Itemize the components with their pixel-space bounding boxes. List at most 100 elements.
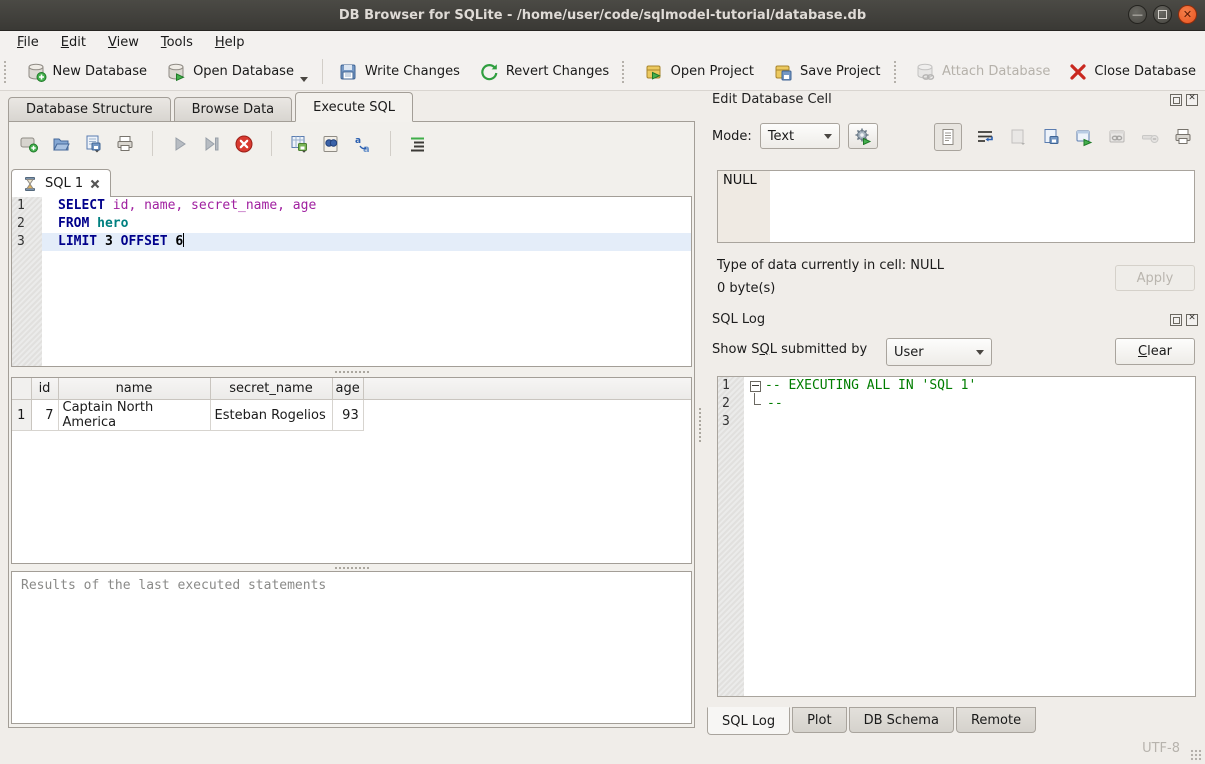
dock-tab-plot[interactable]: Plot xyxy=(792,707,847,733)
write-changes-label: Write Changes xyxy=(365,64,460,79)
mode-select[interactable]: Text xyxy=(760,123,840,149)
export-results-icon xyxy=(289,134,309,154)
sql-log-view[interactable]: 1 -- EXECUTING ALL IN 'SQL 1' 2 -- 3 xyxy=(717,376,1196,697)
tab-browse-data[interactable]: Browse Data xyxy=(174,97,293,122)
link-button[interactable] xyxy=(1107,127,1127,147)
cell-name[interactable]: Captain North America xyxy=(58,400,210,431)
menu-tools[interactable]: Tools xyxy=(150,33,204,52)
dock-tab-remote[interactable]: Remote xyxy=(956,707,1036,733)
open-database-dropdown-icon[interactable] xyxy=(300,77,308,82)
row-number[interactable]: 1 xyxy=(12,400,31,431)
print-sql-button[interactable] xyxy=(115,134,135,154)
float-dock-icon[interactable] xyxy=(1170,314,1182,326)
find-replace-button[interactable]: a a xyxy=(353,134,373,154)
execute-all-button[interactable] xyxy=(170,134,190,154)
attach-database-button[interactable]: Attach Database xyxy=(905,57,1059,87)
menu-file[interactable]: File xyxy=(6,33,50,52)
write-changes-button[interactable]: Write Changes xyxy=(328,57,469,87)
corner-header[interactable] xyxy=(12,378,31,400)
save-sql-file-button[interactable] xyxy=(83,134,103,154)
export-data-button[interactable] xyxy=(1041,127,1061,147)
find-button[interactable] xyxy=(321,134,341,154)
resize-grip[interactable] xyxy=(1190,749,1203,762)
toolbar-separator xyxy=(152,131,153,156)
execution-messages[interactable]: Results of the last executed statements xyxy=(11,571,692,724)
close-tab-icon[interactable] xyxy=(90,179,100,189)
toolbar-drag-handle[interactable] xyxy=(622,61,628,83)
tab-label: Plot xyxy=(807,713,832,728)
apply-button[interactable]: Apply xyxy=(1115,265,1195,291)
column-header-age[interactable]: age xyxy=(332,378,363,400)
minimize-icon[interactable]: — xyxy=(1128,5,1147,24)
hourglass-icon xyxy=(22,176,38,192)
sql-doc-tab[interactable]: SQL 1 xyxy=(11,169,111,197)
export-results-button[interactable] xyxy=(289,134,309,154)
clear-log-button[interactable]: Clear xyxy=(1115,338,1195,365)
close-icon[interactable]: ✕ xyxy=(1178,5,1197,24)
dock-tab-sql-log[interactable]: SQL Log xyxy=(707,707,790,735)
cell-id[interactable]: 7 xyxy=(31,400,58,431)
open-database-icon xyxy=(165,61,187,83)
cell-age[interactable]: 93 xyxy=(332,400,363,431)
table-row: 1 7 Captain North America Esteban Rogeli… xyxy=(12,400,691,431)
print-icon xyxy=(1173,127,1193,147)
text-document-icon xyxy=(938,127,958,147)
open-database-button[interactable]: Open Database xyxy=(156,57,317,87)
set-null-button[interactable] xyxy=(1140,127,1160,147)
text-mode-button[interactable] xyxy=(934,123,962,151)
toolbar-separator xyxy=(271,131,272,156)
collapse-icon[interactable] xyxy=(750,381,761,392)
close-dock-icon[interactable]: ✕ xyxy=(1186,94,1198,106)
main-tabbar: Database Structure Browse Data Execute S… xyxy=(8,92,416,122)
splitter-handle[interactable] xyxy=(9,564,694,571)
attach-database-label: Attach Database xyxy=(942,64,1050,79)
menu-edit[interactable]: Edit xyxy=(50,33,97,52)
menubar: File Edit View Tools Help xyxy=(0,31,1205,53)
toolbar-separator xyxy=(390,131,391,156)
revert-changes-label: Revert Changes xyxy=(506,64,609,79)
new-sql-tab-button[interactable] xyxy=(19,134,39,154)
dock-tab-db-schema[interactable]: DB Schema xyxy=(849,707,954,733)
sql-editor[interactable]: 1 SELECT id, name, secret_name, age 2 FR… xyxy=(11,196,692,367)
toolbar-drag-handle[interactable] xyxy=(4,61,10,83)
chevron-down-icon xyxy=(824,134,832,139)
log-filter-select[interactable]: User xyxy=(886,338,992,366)
edit-cell-dock-title: Edit Database Cell xyxy=(712,92,832,107)
open-sql-file-button[interactable] xyxy=(51,134,71,154)
new-database-button[interactable]: New Database xyxy=(16,57,157,87)
word-wrap-button[interactable] xyxy=(975,127,995,147)
tab-execute-sql[interactable]: Execute SQL xyxy=(295,92,413,122)
toolbar-drag-handle[interactable] xyxy=(894,61,900,83)
tab-database-structure[interactable]: Database Structure xyxy=(8,97,171,122)
column-header-id[interactable]: id xyxy=(31,378,58,400)
log-filter-value: User xyxy=(894,345,924,360)
cell-type-info: Type of data currently in cell: NULL xyxy=(717,258,944,273)
float-dock-icon[interactable] xyxy=(1170,94,1182,106)
tab-label: Database Structure xyxy=(26,102,153,117)
close-database-button[interactable]: Close Database xyxy=(1059,58,1205,86)
execute-current-line-button[interactable] xyxy=(202,134,222,154)
revert-changes-button[interactable]: Revert Changes xyxy=(469,57,618,87)
cell-secret-name[interactable]: Esteban Rogelios xyxy=(210,400,332,431)
import-data-button[interactable] xyxy=(1008,127,1028,147)
open-project-button[interactable]: Open Project xyxy=(634,57,763,87)
column-header-name[interactable]: name xyxy=(58,378,210,400)
stop-execution-button[interactable] xyxy=(234,134,254,154)
pane-splitter-handle[interactable] xyxy=(699,408,701,442)
auto-apply-button[interactable] xyxy=(848,123,878,149)
splitter-handle[interactable] xyxy=(9,368,694,375)
open-external-button[interactable] xyxy=(1074,127,1094,147)
menu-help[interactable]: Help xyxy=(204,33,256,52)
close-dock-icon[interactable]: ✕ xyxy=(1186,314,1198,326)
sql-identifiers: id, name, secret_name, age xyxy=(105,198,316,213)
format-sql-button[interactable] xyxy=(408,134,428,154)
print-cell-button[interactable] xyxy=(1173,127,1193,147)
menu-view[interactable]: View xyxy=(97,33,150,52)
line-number: 3 xyxy=(12,233,42,251)
cell-editor[interactable]: NULL xyxy=(717,170,1195,243)
save-project-button[interactable]: Save Project xyxy=(763,57,890,87)
column-header-secret-name[interactable]: secret_name xyxy=(210,378,332,400)
maximize-icon[interactable] xyxy=(1153,5,1172,24)
open-database-label: Open Database xyxy=(193,64,294,79)
cell-editor-toolbar xyxy=(934,123,1193,151)
